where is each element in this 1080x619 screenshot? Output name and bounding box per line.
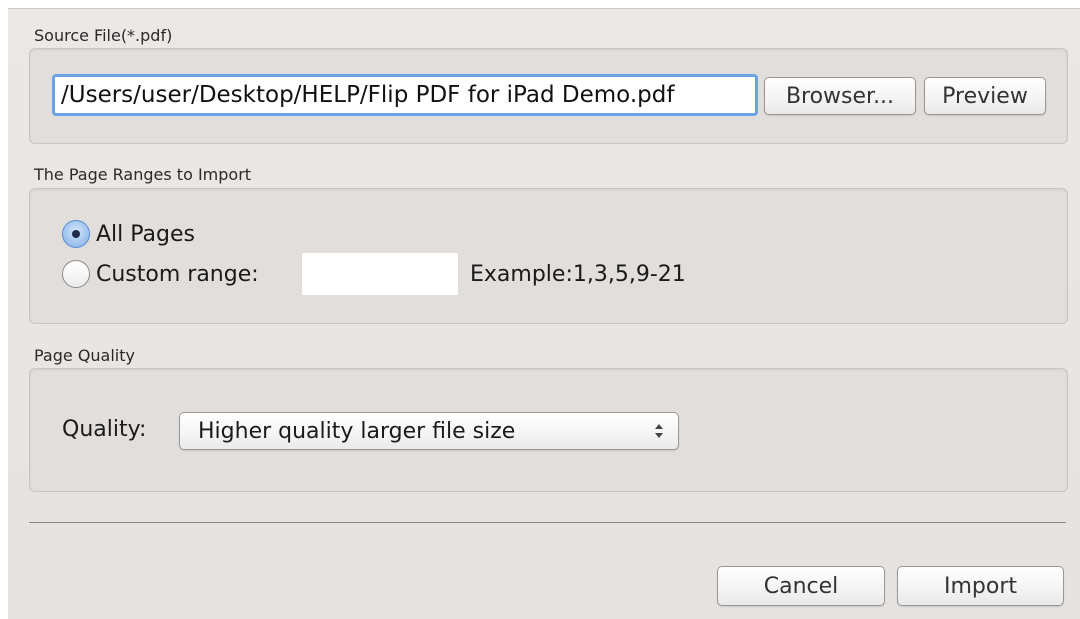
custom-range-input[interactable] — [302, 253, 458, 295]
all-pages-radio[interactable] — [62, 220, 90, 248]
page-ranges-section-label: The Page Ranges to Import — [34, 165, 252, 184]
import-button[interactable]: Import — [897, 566, 1064, 606]
radio-selected-dot — [72, 230, 80, 238]
quality-select-value: Higher quality larger file size — [198, 418, 516, 444]
source-file-section-label: Source File(*.pdf) — [34, 26, 173, 45]
cancel-button[interactable]: Cancel — [717, 566, 885, 606]
file-path-input[interactable] — [52, 74, 758, 116]
quality-label: Quality: — [62, 417, 147, 442]
footer-divider — [29, 522, 1066, 523]
custom-range-option[interactable]: Custom range: — [62, 260, 259, 288]
select-updown-arrows-icon — [655, 424, 663, 438]
page-ranges-group — [29, 188, 1068, 324]
all-pages-option[interactable]: All Pages — [62, 220, 195, 248]
all-pages-label: All Pages — [96, 221, 195, 247]
browse-button[interactable]: Browser... — [764, 77, 916, 115]
custom-range-radio[interactable] — [62, 260, 90, 288]
custom-range-label: Custom range: — [96, 261, 259, 287]
quality-select[interactable]: Higher quality larger file size — [179, 412, 679, 450]
page-quality-section-label: Page Quality — [34, 346, 135, 365]
range-example-text: Example:1,3,5,9-21 — [470, 262, 686, 287]
preview-button[interactable]: Preview — [924, 77, 1046, 115]
